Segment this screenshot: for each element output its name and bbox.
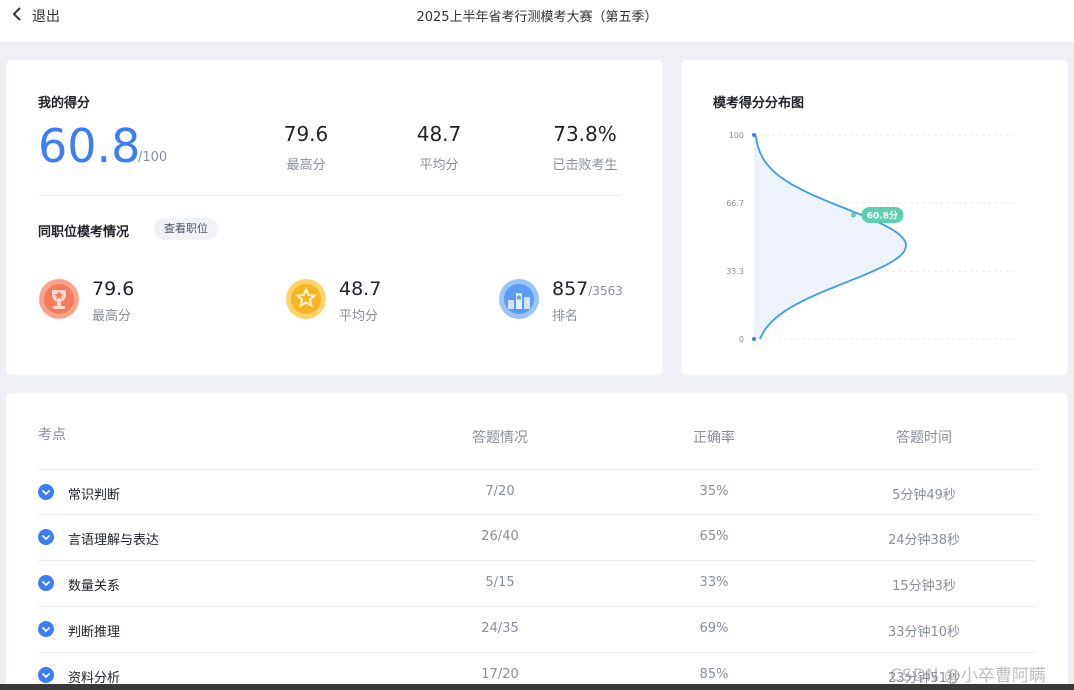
- expand-icon[interactable]: [38, 484, 54, 500]
- header-time: 答题时间: [896, 430, 952, 446]
- axis-bottom-dot: [752, 337, 756, 341]
- topic-name: 数量关系: [68, 579, 121, 594]
- answers-cell: 7/20: [485, 484, 515, 499]
- y-tick-label: 33.3: [726, 267, 744, 276]
- answers-cell: 17/20: [481, 667, 519, 682]
- expand-icon[interactable]: [38, 667, 54, 683]
- stat-value: 73.8%: [553, 122, 617, 146]
- page-title: 2025上半年省考行测模考大赛（第五季）: [416, 10, 658, 25]
- y-tick-label: 100: [729, 131, 744, 140]
- expand-icon[interactable]: [38, 621, 54, 637]
- header-topic: 考点: [38, 427, 66, 443]
- score-marker-label: 60.8分: [867, 209, 898, 221]
- y-tick-label: 66.7: [726, 199, 744, 208]
- ranking-icon: [498, 278, 540, 320]
- expand-icon[interactable]: [38, 575, 54, 591]
- score-marker-dot: [850, 212, 856, 218]
- peer-section-title: 同职位模考情况: [38, 225, 130, 240]
- table-row[interactable]: 判断推理 24/35 69% 33分钟10秒: [38, 606, 1036, 652]
- watermark: CSDN @小卒曹阿瞒: [890, 666, 1046, 686]
- stat-label: 已击败考生: [552, 158, 618, 173]
- distribution-area: [754, 135, 906, 339]
- bottom-edge: [0, 684, 1074, 690]
- top-bar: 退出 2025上半年省考行测模考大赛（第五季）: [0, 0, 1074, 42]
- my-score-value: 60.8: [38, 119, 141, 173]
- header-accuracy: 正确率: [693, 430, 735, 446]
- peer-average-label: 平均分: [339, 309, 379, 324]
- distribution-card: 模考得分分布图 100 66.7 33.3 0 60.8分: [681, 60, 1068, 375]
- beaten-percent-stat: 73.8% 已击败考生: [540, 122, 630, 173]
- topic-name: 常识判断: [68, 488, 121, 503]
- time-cell: 33分钟10秒: [887, 625, 961, 640]
- expand-icon[interactable]: [38, 529, 54, 545]
- time-cell: 24分钟38秒: [887, 533, 961, 548]
- stat-label: 平均分: [419, 158, 459, 173]
- peer-average-value: 48.7: [339, 278, 381, 302]
- accuracy-cell: 69%: [699, 621, 729, 636]
- stat-value: 79.6: [283, 122, 329, 146]
- answers-cell: 24/35: [481, 621, 519, 636]
- distribution-chart: 100 66.7 33.3 0 60.8分: [726, 131, 1014, 344]
- topics-table-card: 考点 答题情况 正确率 答题时间 常识判断 7/20 35% 5分钟49秒 言语…: [6, 393, 1068, 690]
- peer-max-label: 最高分: [92, 309, 132, 324]
- y-tick-label: 0: [739, 335, 744, 344]
- stat-label: 最高分: [286, 158, 326, 173]
- topic-name: 判断推理: [68, 625, 121, 640]
- table-row[interactable]: 数量关系 5/15 33% 15分钟3秒: [38, 560, 1036, 606]
- table-row[interactable]: 言语理解与表达 26/40 65% 24分钟38秒: [38, 514, 1036, 560]
- stat-value: 48.7: [416, 122, 462, 146]
- accuracy-cell: 65%: [699, 529, 729, 544]
- star-medal-icon: [285, 278, 327, 320]
- trophy-medal-icon: [38, 278, 80, 320]
- time-cell: 5分钟49秒: [892, 488, 956, 503]
- average-score-stat: 48.7 平均分: [394, 122, 484, 173]
- accuracy-cell: 85%: [699, 667, 729, 682]
- peer-max-value: 79.6: [92, 278, 134, 302]
- answers-cell: 5/15: [485, 575, 515, 590]
- peer-value: 857: [552, 278, 589, 300]
- peer-rank-label: 排名: [552, 309, 579, 324]
- header-answers: 答题情况: [472, 430, 528, 446]
- topic-name: 言语理解与表达: [68, 533, 160, 548]
- my-score-card: 我的得分 60.8 /100 79.6 最高分 48.7 平均分 73.8% 已…: [6, 60, 663, 375]
- accuracy-cell: 33%: [699, 575, 729, 590]
- peer-value: 79.6: [92, 278, 135, 300]
- peer-value-sub: /3563: [588, 284, 623, 298]
- my-score-title: 我的得分: [38, 96, 91, 111]
- highest-score-stat: 79.6 最高分: [261, 122, 351, 173]
- view-position-button[interactable]: 查看职位: [154, 218, 218, 240]
- answers-cell: 26/40: [481, 529, 519, 544]
- table-row[interactable]: 常识判断 7/20 35% 5分钟49秒: [38, 469, 1036, 515]
- accuracy-cell: 35%: [699, 484, 729, 499]
- peer-value: 48.7: [339, 278, 382, 300]
- peer-rank-value: 857/3563: [552, 278, 623, 302]
- divider: [38, 195, 622, 196]
- my-score-max: /100: [138, 150, 168, 165]
- time-cell: 15分钟3秒: [892, 579, 956, 594]
- axis-top-dot: [752, 133, 756, 137]
